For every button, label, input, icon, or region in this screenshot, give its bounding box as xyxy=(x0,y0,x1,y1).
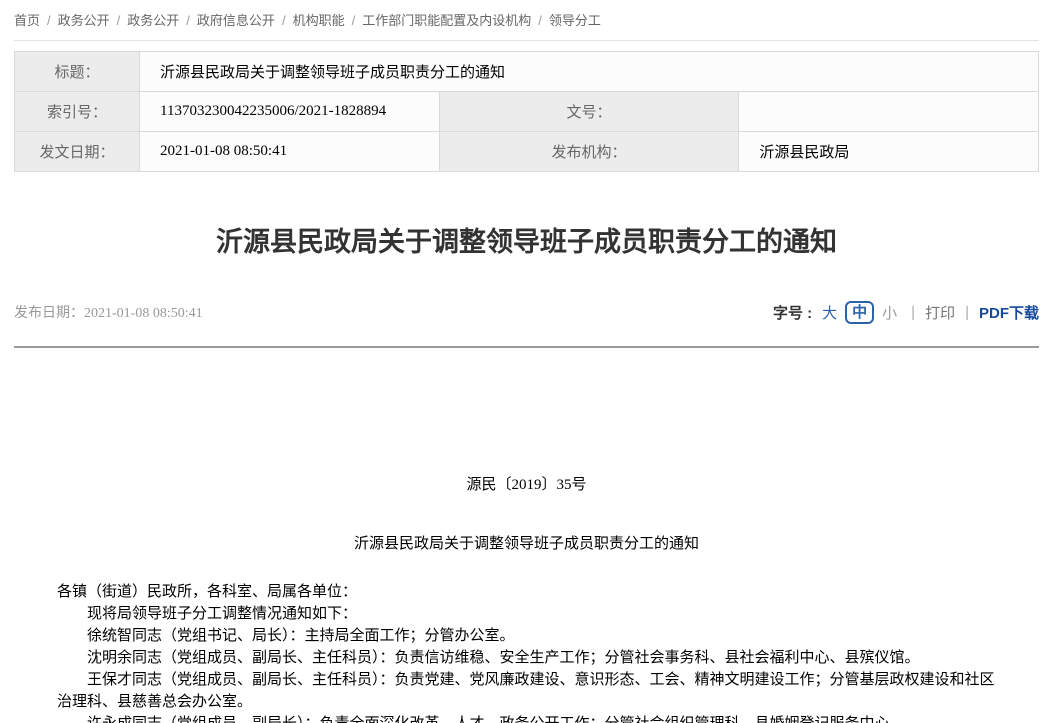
breadcrumb-item-gov-info[interactable]: 政府信息公开 xyxy=(197,13,275,28)
breadcrumb-separator: / xyxy=(538,13,542,28)
paragraph-intro: 现将局领导班子分工调整情况通知如下： xyxy=(57,603,996,625)
meta-agency-label: 发布机构： xyxy=(439,132,739,172)
meta-docno-label: 文号： xyxy=(439,92,739,132)
publish-date-value: 2021-01-08 08:50:41 xyxy=(84,306,203,321)
breadcrumb-separator: / xyxy=(282,13,286,28)
toolbar-divider: | xyxy=(965,304,969,321)
table-row: 索引号： 113703230042235006/2021-1828894 文号： xyxy=(15,92,1039,132)
paragraph-member-4: 许永成同志（党组成员、副局长）：负责全面深化改革、人才、政务公开工作；分管社会组… xyxy=(57,713,996,723)
font-size-label: 字号 : xyxy=(773,302,812,323)
meta-date-label: 发文日期： xyxy=(15,132,140,172)
breadcrumb-item-open-gov-2[interactable]: 政务公开 xyxy=(127,13,179,28)
paragraph-member-1: 徐统智同志（党组书记、局长）：主持局全面工作；分管办公室。 xyxy=(57,625,996,647)
document-body: 源民〔2019〕35号 沂源县民政局关于调整领导班子成员职责分工的通知 各镇（街… xyxy=(14,474,1039,723)
paragraph-member-2: 沈明余同志（党组成员、副局长、主任科员）：负责信访维稳、安全生产工作；分管社会事… xyxy=(57,647,996,669)
breadcrumb-separator: / xyxy=(352,13,356,28)
publish-date: 发布日期：2021-01-08 08:50:41 xyxy=(14,302,203,322)
font-size-large-button[interactable]: 大 xyxy=(822,302,837,323)
meta-date-value: 2021-01-08 08:50:41 xyxy=(140,132,440,172)
horizontal-divider xyxy=(14,346,1039,348)
meta-agency-value: 沂源县民政局 xyxy=(739,132,1039,172)
breadcrumb-separator: / xyxy=(186,13,190,28)
meta-title-value: 沂源县民政局关于调整领导班子成员职责分工的通知 xyxy=(140,52,1039,92)
article-tools: 字号 : 大 中 小 | 打印 | PDF下载 xyxy=(773,301,1039,324)
font-size-small-button[interactable]: 小 xyxy=(882,302,897,323)
breadcrumb-item-home[interactable]: 首页 xyxy=(14,13,40,28)
table-row: 标题： 沂源县民政局关于调整领导班子成员职责分工的通知 xyxy=(15,52,1039,92)
breadcrumb-item-leadership[interactable]: 领导分工 xyxy=(549,13,601,28)
document-meta-table: 标题： 沂源县民政局关于调整领导班子成员职责分工的通知 索引号： 1137032… xyxy=(14,51,1039,172)
breadcrumb-separator: / xyxy=(47,13,51,28)
paragraph-member-3: 王保才同志（党组成员、副局长、主任科员）：负责党建、党风廉政建设、意识形态、工会… xyxy=(57,669,996,713)
publish-date-label: 发布日期： xyxy=(14,306,84,321)
meta-title-label: 标题： xyxy=(15,52,140,92)
breadcrumb-separator: / xyxy=(117,13,121,28)
document-inner-title: 沂源县民政局关于调整领导班子成员职责分工的通知 xyxy=(57,533,996,555)
article-toolbar: 发布日期：2021-01-08 08:50:41 字号 : 大 中 小 | 打印… xyxy=(14,299,1039,325)
page-title: 沂源县民政局关于调整领导班子成员职责分工的通知 xyxy=(14,225,1039,259)
breadcrumb-item-dept-config[interactable]: 工作部门职能配置及内设机构 xyxy=(362,13,531,28)
meta-index-label: 索引号： xyxy=(15,92,140,132)
font-size-medium-button[interactable]: 中 xyxy=(845,301,874,324)
print-button[interactable]: 打印 xyxy=(925,302,955,323)
page-container: 首页 / 政务公开 / 政务公开 / 政府信息公开 / 机构职能 / 工作部门职能配置及内设机构 / 领… xyxy=(0,0,1053,723)
document-number: 源民〔2019〕35号 xyxy=(57,474,996,496)
breadcrumb-item-open-gov[interactable]: 政务公开 xyxy=(58,13,110,28)
breadcrumb: 首页 / 政务公开 / 政务公开 / 政府信息公开 / 机构职能 / 工作部门职能配置及内设机构 / 领… xyxy=(14,0,1039,41)
pdf-download-button[interactable]: PDF下载 xyxy=(979,302,1039,323)
toolbar-divider: | xyxy=(911,304,915,321)
document-paragraphs: 各镇（街道）民政所，各科室、局属各单位： 现将局领导班子分工调整情况通知如下： … xyxy=(57,581,996,723)
breadcrumb-item-functions[interactable]: 机构职能 xyxy=(293,13,345,28)
meta-docno-value xyxy=(739,92,1039,132)
meta-index-value: 113703230042235006/2021-1828894 xyxy=(140,92,440,132)
table-row: 发文日期： 2021-01-08 08:50:41 发布机构： 沂源县民政局 xyxy=(15,132,1039,172)
paragraph-salutation: 各镇（街道）民政所，各科室、局属各单位： xyxy=(57,581,996,603)
